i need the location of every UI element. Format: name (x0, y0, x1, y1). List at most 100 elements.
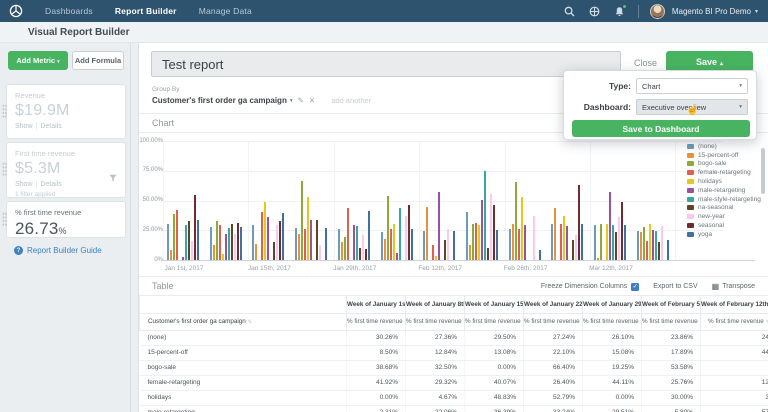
table-metric-header-row: Customer's first order ga campaign⇅% fir… (140, 313, 768, 330)
week-column-header[interactable]: Week of January 1st, 2017 (347, 296, 406, 313)
nav-item-manage-data[interactable]: Manage Data (199, 6, 252, 16)
dimension-column-header[interactable]: Customer's first order ga campaign⇅ (140, 313, 347, 330)
bar (560, 224, 562, 260)
details-link[interactable]: Details (40, 181, 61, 188)
group-by-label: Group By (152, 86, 179, 93)
cell-value: 2.31% (347, 405, 406, 412)
drag-handle-icon[interactable] (2, 104, 7, 119)
bar (658, 242, 660, 260)
week-column-header[interactable]: Week of January 22nd, 2017 (524, 296, 583, 313)
magento-bi-logo-icon[interactable] (9, 4, 23, 18)
bar (301, 181, 303, 260)
bar (273, 242, 275, 260)
drag-handle-icon[interactable] (2, 212, 7, 227)
show-link[interactable]: Show (15, 123, 33, 130)
freeze-columns-label: Freeze Dimension Columns (541, 283, 627, 290)
bar-group (295, 141, 329, 260)
metric-card-pct-first-time-revenue[interactable]: % first time revenue 26.73% (6, 201, 126, 238)
legend-item[interactable]: bogo-sale (687, 160, 761, 169)
remove-x-icon[interactable]: ✕ (309, 96, 315, 105)
user-menu[interactable]: Magento BI Pro Demo (672, 7, 751, 16)
bar (594, 225, 596, 260)
metric-column-header[interactable]: % first time revenue⇅ (701, 313, 768, 330)
bar (469, 245, 471, 260)
bar (618, 217, 620, 260)
bar (213, 245, 215, 260)
week-column-header[interactable]: Week of January 8th, 2017 (406, 296, 465, 313)
details-link[interactable]: Details (40, 123, 61, 130)
metric-name: Revenue (15, 91, 117, 100)
report-title-input[interactable] (151, 51, 621, 77)
type-select[interactable]: Chart▾ (636, 78, 748, 94)
legend-swatch (687, 161, 694, 166)
nav-item-dashboards[interactable]: Dashboards (45, 6, 93, 16)
metric-column-header[interactable]: % first time revenue⇅ (524, 313, 583, 330)
sort-icon[interactable]: ⇅ (248, 319, 252, 325)
metric-card-revenue[interactable]: Revenue $19.9M Show|Details (6, 84, 126, 139)
freeze-columns-checkbox[interactable]: ✓ (631, 283, 639, 291)
add-metric-button[interactable]: Add Metric▾ (8, 51, 68, 70)
notifications-bell-icon[interactable] (614, 6, 625, 17)
bar (191, 241, 193, 260)
legend-item[interactable]: holidays (687, 177, 761, 186)
user-avatar[interactable] (650, 4, 665, 19)
filter-funnel-icon[interactable] (109, 169, 117, 187)
week-column-header[interactable]: Week of January 15th, 2017 (465, 296, 524, 313)
bar (167, 224, 169, 260)
cell-value: 8.50% (347, 345, 406, 360)
legend-label: male-retargeting (698, 187, 745, 194)
legend-item[interactable]: female-retargeting (687, 168, 761, 177)
transpose-link[interactable]: Transpose (722, 283, 755, 290)
table-week-header-row: Week of January 1st, 2017Week of January… (140, 296, 768, 313)
cell-value: 29.32% (406, 375, 465, 390)
bar (353, 225, 355, 260)
metric-column-header[interactable]: % first time revenue⇅ (406, 313, 465, 330)
bar (646, 241, 648, 260)
save-to-dashboard-button[interactable]: Save to Dashboard (572, 120, 750, 137)
bar (637, 231, 639, 260)
gridline (248, 141, 249, 260)
legend-item[interactable]: new-year (687, 212, 761, 221)
legend-item[interactable]: 15-percent-off (687, 151, 761, 160)
add-another-link[interactable]: add another (331, 96, 371, 105)
metric-card-first-time-revenue[interactable]: First time revenue $5.3M Show|Details 1 … (6, 142, 126, 198)
search-icon[interactable] (564, 6, 575, 17)
legend-item[interactable]: male-retargeting (687, 186, 761, 195)
chevron-down-icon[interactable]: ▾ (290, 98, 293, 104)
bar (509, 229, 511, 260)
add-formula-button[interactable]: Add Formula (72, 51, 124, 70)
drag-handle-icon[interactable] (2, 162, 7, 177)
week-column-header[interactable]: Week of February 12th, 2017 (701, 296, 768, 313)
apps-globe-icon[interactable] (589, 6, 600, 17)
bar (438, 192, 440, 260)
show-link[interactable]: Show (15, 181, 33, 188)
legend-item[interactable]: (none) (687, 142, 761, 151)
cell-value: 22.10% (524, 345, 583, 360)
export-csv-link[interactable]: Export to CSV (653, 283, 697, 290)
group-by-value[interactable]: Customer's first order ga campaign (152, 96, 287, 105)
legend-item[interactable]: yoga (687, 230, 761, 239)
legend-item[interactable]: male-style-retargeting (687, 195, 761, 204)
vertical-scrollbar[interactable] (761, 148, 765, 194)
bar (234, 234, 236, 260)
nav-item-report-builder[interactable]: Report Builder (115, 6, 177, 16)
bar (341, 242, 343, 260)
bar (649, 224, 651, 260)
top-nav: Dashboards Report Builder Manage Data Ma… (0, 0, 768, 22)
metric-column-header[interactable]: % first time revenue⇅ (583, 313, 642, 330)
week-column-header[interactable]: Week of February 5th, 2017 (642, 296, 701, 313)
legend-label: 15-percent-off (698, 152, 738, 159)
edit-pencil-icon[interactable]: ✎ (298, 96, 304, 105)
bar (484, 171, 486, 260)
close-button[interactable]: Close (634, 58, 657, 68)
save-button[interactable]: Save▴ (666, 51, 753, 72)
legend-item[interactable]: seasonal (687, 221, 761, 230)
report-builder-guide-link[interactable]: ? Report Builder Guide (14, 246, 102, 255)
metric-column-header[interactable]: % first time revenue⇅ (465, 313, 524, 330)
legend-item[interactable]: na-seasonal (687, 204, 761, 213)
week-column-header[interactable]: Week of January 29th, 2017 (583, 296, 642, 313)
gridline (505, 141, 506, 260)
metric-column-header[interactable]: % first time revenue⇅ (347, 313, 406, 330)
metric-column-header[interactable]: % first time revenue⇅ (642, 313, 701, 330)
bar (347, 208, 349, 260)
